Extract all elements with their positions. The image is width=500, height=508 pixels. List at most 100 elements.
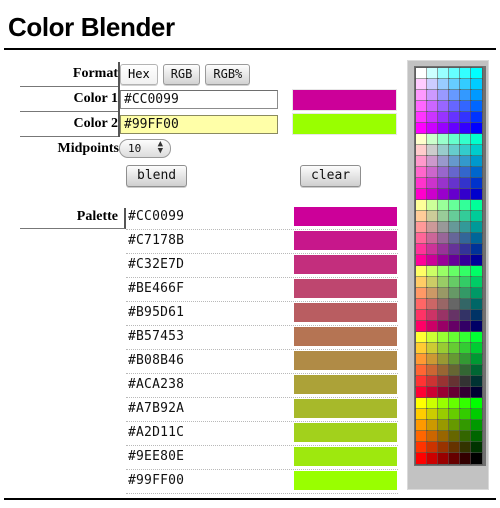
web-safe-swatch[interactable] [470,100,483,113]
web-safe-swatch[interactable] [459,177,472,190]
web-safe-swatch[interactable] [448,221,461,234]
web-safe-swatch[interactable] [415,199,428,212]
web-safe-swatch[interactable] [415,397,428,410]
web-safe-swatch[interactable] [448,133,461,146]
web-safe-swatch[interactable] [437,276,450,289]
web-safe-swatch[interactable] [426,166,439,179]
web-safe-swatch[interactable] [470,386,483,399]
web-safe-swatch[interactable] [448,320,461,333]
web-safe-swatch[interactable] [415,375,428,388]
web-safe-swatch[interactable] [459,452,472,465]
web-safe-swatch[interactable] [426,353,439,366]
web-safe-swatch[interactable] [448,265,461,278]
web-safe-swatch[interactable] [437,364,450,377]
web-safe-swatch[interactable] [448,408,461,421]
web-safe-swatch[interactable] [459,276,472,289]
format-button-rgb-percent[interactable]: RGB% [205,63,251,85]
web-safe-swatch[interactable] [448,100,461,113]
web-safe-swatch[interactable] [448,397,461,410]
web-safe-swatch[interactable] [459,320,472,333]
web-safe-swatch[interactable] [415,309,428,322]
web-safe-swatch[interactable] [415,353,428,366]
web-safe-swatch[interactable] [415,243,428,256]
web-safe-swatch[interactable] [437,320,450,333]
web-safe-swatch[interactable] [437,309,450,322]
web-safe-swatch[interactable] [415,111,428,124]
format-button-rgb[interactable]: RGB [162,63,201,85]
web-safe-swatch[interactable] [470,177,483,190]
web-safe-swatch[interactable] [415,364,428,377]
web-safe-swatch[interactable] [437,166,450,179]
web-safe-swatch[interactable] [448,232,461,245]
web-safe-swatch[interactable] [415,166,428,179]
web-safe-swatch[interactable] [459,331,472,344]
web-safe-swatch[interactable] [459,144,472,157]
web-safe-swatch[interactable] [470,89,483,102]
web-safe-swatch[interactable] [470,287,483,300]
web-safe-swatch[interactable] [459,386,472,399]
web-safe-swatch[interactable] [470,67,483,80]
web-safe-swatch[interactable] [470,243,483,256]
web-safe-swatch[interactable] [415,78,428,91]
clear-button[interactable]: clear [300,165,362,187]
web-safe-swatch[interactable] [415,188,428,201]
web-safe-swatch[interactable] [459,265,472,278]
web-safe-swatch[interactable] [437,265,450,278]
web-safe-swatch[interactable] [448,210,461,223]
web-safe-swatch[interactable] [415,342,428,355]
web-safe-swatch[interactable] [459,122,472,135]
web-safe-swatch[interactable] [415,408,428,421]
web-safe-swatch[interactable] [448,111,461,124]
web-safe-swatch[interactable] [437,177,450,190]
web-safe-swatch[interactable] [470,276,483,289]
web-safe-swatch[interactable] [470,199,483,212]
web-safe-swatch[interactable] [448,144,461,157]
web-safe-swatch[interactable] [448,243,461,256]
web-safe-swatch[interactable] [415,210,428,223]
web-safe-swatch[interactable] [426,199,439,212]
web-safe-swatch[interactable] [437,111,450,124]
web-safe-swatch[interactable] [437,287,450,300]
web-safe-swatch[interactable] [459,111,472,124]
web-safe-swatch[interactable] [415,452,428,465]
web-safe-swatch[interactable] [437,408,450,421]
web-safe-swatch[interactable] [437,342,450,355]
web-safe-swatch[interactable] [415,144,428,157]
web-safe-swatch[interactable] [415,386,428,399]
web-safe-swatch[interactable] [426,276,439,289]
web-safe-swatch[interactable] [426,309,439,322]
web-safe-swatch[interactable] [415,441,428,454]
web-safe-swatch[interactable] [459,375,472,388]
web-safe-swatch[interactable] [459,397,472,410]
web-safe-swatch[interactable] [437,353,450,366]
web-safe-swatch[interactable] [437,221,450,234]
web-safe-swatch[interactable] [437,430,450,443]
web-safe-swatch[interactable] [437,254,450,267]
web-safe-swatch[interactable] [470,430,483,443]
web-safe-swatch[interactable] [426,100,439,113]
web-safe-swatch[interactable] [459,430,472,443]
web-safe-swatch[interactable] [470,298,483,311]
web-safe-swatch[interactable] [426,254,439,267]
web-safe-swatch[interactable] [448,78,461,91]
web-safe-swatch[interactable] [470,232,483,245]
web-safe-swatch[interactable] [448,177,461,190]
web-safe-swatch[interactable] [426,331,439,344]
web-safe-swatch[interactable] [437,452,450,465]
web-safe-swatch[interactable] [470,309,483,322]
blend-button[interactable]: blend [126,165,188,187]
web-safe-swatch[interactable] [426,243,439,256]
web-safe-swatch[interactable] [470,375,483,388]
web-safe-swatch[interactable] [448,166,461,179]
color-2-input[interactable] [120,114,278,134]
web-safe-swatch[interactable] [459,133,472,146]
web-safe-swatch[interactable] [426,342,439,355]
web-safe-swatch[interactable] [415,133,428,146]
web-safe-swatch[interactable] [448,155,461,168]
web-safe-swatch[interactable] [437,199,450,212]
web-safe-swatch[interactable] [426,375,439,388]
web-safe-swatch[interactable] [470,452,483,465]
web-safe-swatch[interactable] [437,122,450,135]
web-safe-swatch[interactable] [459,100,472,113]
web-safe-swatch[interactable] [426,452,439,465]
